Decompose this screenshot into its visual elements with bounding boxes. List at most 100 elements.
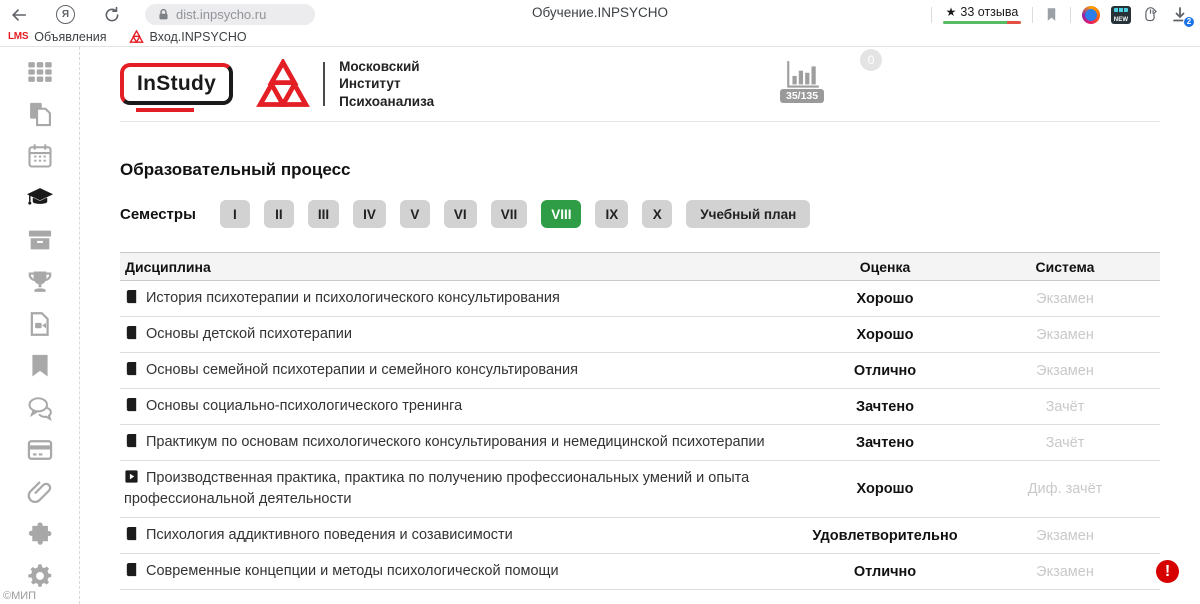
credit-card-icon	[25, 436, 55, 464]
page-title: Образовательный процесс	[120, 160, 1160, 180]
sidebar-item-trophy[interactable]	[23, 267, 57, 297]
sidebar-item-puzzle[interactable]	[23, 519, 57, 549]
semester-button-VIII[interactable]: VIII	[541, 200, 581, 228]
system-value: Экзамен	[970, 554, 1160, 590]
grid-icon	[25, 58, 55, 86]
bookmark-announcements[interactable]: LMS Объявления	[8, 30, 107, 44]
new-calendar-extension-icon[interactable]: NEW	[1111, 6, 1131, 24]
semester-button-III[interactable]: III	[308, 200, 339, 228]
address-bar[interactable]: dist.inpsycho.ru	[145, 4, 315, 25]
bookmark-label: Вход.INPSYCHO	[150, 30, 247, 44]
table-row[interactable]: История психотерапии и психологического …	[120, 281, 1160, 317]
sidebar-item-graduation-cap[interactable]	[23, 183, 57, 213]
sidebar-item-chat[interactable]	[23, 393, 57, 423]
bookmark-icon	[25, 352, 55, 380]
downloads-button[interactable]: 2	[1170, 5, 1190, 25]
semester-button-V[interactable]: V	[400, 200, 430, 228]
semester-button-II[interactable]: II	[264, 200, 294, 228]
lms-icon: LMS	[8, 31, 28, 42]
table-row[interactable]: Современные концепции и методы психологи…	[120, 554, 1160, 590]
glove-extension-icon[interactable]	[1142, 6, 1159, 23]
grade-value: Хорошо	[800, 281, 970, 317]
discipline-name: Производственная практика, практика по п…	[124, 470, 749, 507]
reload-icon[interactable]	[103, 6, 121, 24]
back-icon[interactable]	[10, 6, 28, 24]
column-system: Система	[970, 253, 1160, 281]
site-header: InStudy Московский Институт Психоанализа…	[120, 47, 1160, 122]
semester-button-IV[interactable]: IV	[353, 200, 386, 228]
table-row[interactable]: Основы семейной психотерапии и семейного…	[120, 353, 1160, 389]
downloads-badge: 2	[1183, 16, 1195, 28]
sidebar-item-documents[interactable]	[23, 99, 57, 129]
toolbar-right: ★ 33 отзыва NEW 2	[923, 5, 1190, 25]
semester-button-I[interactable]: I	[220, 200, 250, 228]
bookmark-label: Объявления	[34, 30, 106, 44]
alert-notification-icon[interactable]: !	[1156, 560, 1179, 583]
table-row[interactable]: Практикум по основам психологического ко…	[120, 425, 1160, 461]
paperclip-icon	[25, 478, 55, 506]
sidebar-copyright: ©МИП	[3, 590, 36, 602]
semester-buttons: IIIIIIIVVVIVIIVIIIIXX	[220, 200, 672, 228]
star-icon: ★	[946, 6, 957, 18]
table-row[interactable]: Производственная практика, практика по п…	[120, 461, 1160, 518]
grade-value: Отлично	[800, 353, 970, 389]
puzzle-icon	[25, 520, 55, 548]
discipline-name: Основы социально-психологического тренин…	[146, 398, 462, 414]
sidebar-item-paperclip[interactable]	[23, 477, 57, 507]
book-icon	[124, 361, 139, 376]
mail-badge: 0	[860, 49, 882, 71]
color-circle-extension-icon[interactable]	[1082, 6, 1100, 24]
browser-toolbar: Я dist.inpsycho.ru Обучение.INPSYCHO ★ 3…	[0, 0, 1200, 27]
bookmark-login-inpsycho[interactable]: Вход.INPSYCHO	[129, 30, 247, 44]
institute-line: Институт	[339, 75, 434, 93]
book-icon	[124, 526, 139, 541]
sidebar-item-credit-card[interactable]	[23, 435, 57, 465]
table-row[interactable]: Основы социально-психологического тренин…	[120, 389, 1160, 425]
sidebar-item-gear[interactable]	[23, 561, 57, 591]
discipline-name: Практикум по основам психологического ко…	[146, 434, 765, 450]
table-row[interactable]: Основы детской психотерапии ХорошоЭкзамен	[120, 317, 1160, 353]
profile-initial: Я	[62, 9, 69, 20]
semester-tabs: Семестры IIIIIIIVVVIVIIVIIIIXX Учебный п…	[120, 200, 1160, 228]
grade-value: Хорошо	[800, 461, 970, 518]
progress-stats-button[interactable]: 35/135	[780, 59, 824, 103]
discipline-name: История психотерапии и психологического …	[146, 290, 560, 306]
system-value: Зачёт	[970, 425, 1160, 461]
instudy-logo[interactable]: InStudy	[120, 63, 233, 105]
disciplines-table: Дисциплина Оценка Система История психот…	[120, 252, 1160, 590]
institute-line: Московский	[339, 58, 434, 76]
semester-button-VI[interactable]: VI	[444, 200, 477, 228]
curriculum-button[interactable]: Учебный план	[686, 200, 810, 228]
table-row[interactable]: Психология аддиктивного поведения и соза…	[120, 518, 1160, 554]
bar-chart-icon	[784, 59, 820, 87]
system-value: Экзамен	[970, 317, 1160, 353]
discipline-name: Основы детской психотерапии	[146, 326, 352, 342]
semester-button-IX[interactable]: IX	[595, 200, 628, 228]
discipline-name: Современные концепции и методы психологи…	[146, 563, 559, 579]
sidebar-item-calendar[interactable]	[23, 141, 57, 171]
sidebar-item-video-file[interactable]	[23, 309, 57, 339]
semester-button-VII[interactable]: VII	[491, 200, 528, 228]
reviews-label: 33 отзыва	[960, 5, 1018, 19]
grade-value: Хорошо	[800, 317, 970, 353]
sidebar-item-bookmark[interactable]	[23, 351, 57, 381]
video-icon	[124, 469, 139, 484]
stats-badge: 35/135	[780, 89, 824, 103]
book-icon	[124, 325, 139, 340]
sidebar-nav: ©МИП	[0, 47, 80, 604]
book-icon	[124, 289, 139, 304]
header-tools: 35/135 0	[780, 59, 870, 103]
institute-name: Московский Институт Психоанализа	[339, 58, 434, 111]
main-content: InStudy Московский Институт Психоанализа…	[80, 47, 1200, 604]
system-value: Зачёт	[970, 389, 1160, 425]
bookmark-toolbar-icon[interactable]	[1044, 7, 1059, 22]
discipline-name: Психология аддиктивного поведения и соза…	[146, 527, 513, 543]
sidebar-item-grid[interactable]	[23, 57, 57, 87]
book-icon	[124, 433, 139, 448]
sidebar-item-archive-box[interactable]	[23, 225, 57, 255]
grade-value: Отлично	[800, 554, 970, 590]
site-reviews-button[interactable]: ★ 33 отзыва	[943, 5, 1021, 24]
mip-logo-icon[interactable]	[255, 59, 311, 109]
profile-icon[interactable]: Я	[56, 5, 75, 24]
semester-button-X[interactable]: X	[642, 200, 672, 228]
